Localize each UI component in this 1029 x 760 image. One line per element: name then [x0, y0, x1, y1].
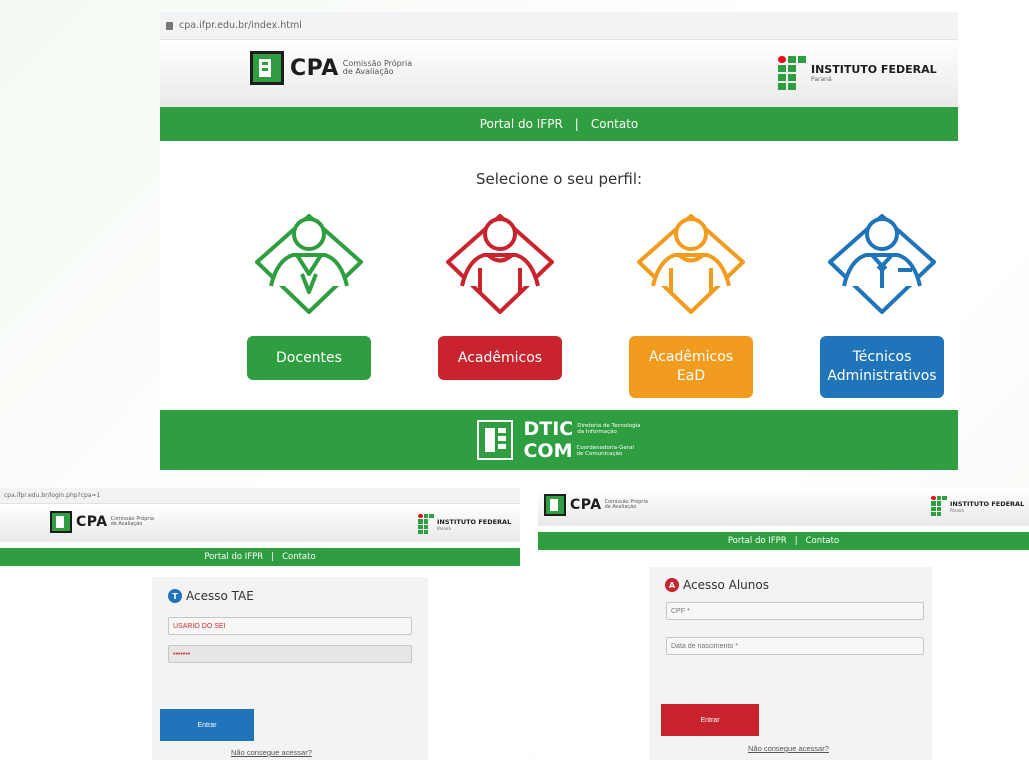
lock-icon: [166, 21, 173, 30]
technician-profile[interactable]: [820, 208, 944, 316]
teacher-icon: [255, 214, 363, 314]
tecnicos-administrativos-button[interactable]: Técnicos Administrativos: [820, 336, 944, 398]
teacher-profile[interactable]: [247, 208, 371, 316]
tae-login-screenshot: cpa.ifpr.edu.br/login.php?cpa=1 CPA Comi…: [0, 488, 520, 760]
help-link[interactable]: Não consegue acessar?: [231, 748, 312, 757]
academicos-ead-label-1: Acadêmicos: [648, 349, 734, 366]
if-subtitle: Paraná: [437, 525, 451, 531]
tae-title-text: Acesso TAE: [186, 589, 254, 603]
profile-prompt: Selecione o seu perfil:: [475, 170, 643, 188]
alunos-login-panel: A Acesso Alunos Entrar Não consegue aces…: [649, 567, 932, 760]
if-logo-icon: [778, 56, 806, 90]
cpa-subtitle: Comissão Própria de Avaliação: [110, 515, 154, 527]
entrar-button[interactable]: Entrar: [661, 704, 759, 736]
dtic-com-logo[interactable]: DTIC Diretoria de Tecnologia da Informaç…: [523, 418, 640, 462]
distance-student-icon: [637, 214, 745, 314]
if-logo-icon: [931, 496, 947, 516]
cpa-wordmark: CPA: [76, 514, 108, 530]
cpf-field[interactable]: [666, 602, 924, 620]
cpa-logo-icon: [250, 51, 284, 85]
nav-separator: |: [271, 552, 275, 562]
dtic-wordmark: DTIC: [523, 418, 574, 440]
tae-login-panel: T Acesso TAE Entrar Não consegue acessar…: [152, 577, 428, 760]
nav-separator: |: [574, 117, 579, 131]
address-bar[interactable]: cpa.ifpr.edu.br/login.php?cpa=1: [0, 488, 520, 504]
nav-portal-link[interactable]: Portal do IFPR: [728, 536, 787, 546]
nav-contact-link[interactable]: Contato: [806, 536, 840, 546]
alunos-title-text: Acesso Alunos: [683, 578, 769, 592]
nav-portal-link[interactable]: Portal do IFPR: [480, 117, 563, 131]
if-logo-icon: [418, 514, 434, 534]
tecnicos-label-2: Administrativos: [827, 368, 937, 384]
academicos-ead-button[interactable]: Acadêmicos EaD: [629, 336, 753, 398]
if-subtitle: Paraná: [811, 76, 832, 83]
student-icon: [446, 214, 554, 314]
password-field[interactable]: [168, 645, 412, 663]
tecnicos-label-1: Técnicos: [852, 349, 912, 366]
site-footer: DTIC Diretoria de Tecnologia da Informaç…: [160, 410, 958, 470]
cpa-logo-icon: [50, 511, 72, 533]
site-header: CPA Comissão Própria de Avaliação INSTIT…: [0, 504, 520, 542]
nav-contact-link[interactable]: Contato: [282, 552, 316, 562]
cpa-wordmark: CPA: [570, 497, 602, 513]
cpa-logo[interactable]: CPA Comissão Própria de Avaliação: [544, 494, 648, 516]
profile-selection-screenshot: cpa.ifpr.edu.br/index.html CPA Comissão …: [160, 12, 958, 470]
academicos-button[interactable]: Acadêmicos: [438, 336, 562, 380]
cpa-wordmark: CPA: [290, 55, 339, 81]
site-nav: Portal do IFPR | Contato: [160, 107, 958, 141]
if-subtitle: Paraná: [950, 507, 964, 513]
sei-user-field[interactable]: [168, 617, 412, 635]
cpa-logo-icon: [544, 494, 566, 516]
instituto-federal-logo[interactable]: INSTITUTO FEDERAL Paraná: [778, 56, 937, 90]
academicos-ead-label-2: EaD: [676, 368, 706, 384]
help-link[interactable]: Não consegue acessar?: [748, 744, 829, 753]
instituto-federal-logo[interactable]: INSTITUTO FEDERAL Paraná: [931, 496, 1024, 516]
entrar-button[interactable]: Entrar: [160, 709, 254, 741]
alunos-badge: A: [665, 578, 679, 592]
nav-separator: |: [794, 536, 798, 546]
url-text: cpa.ifpr.edu.br/login.php?cpa=1: [4, 492, 101, 499]
site-header: CPA Comissão Própria de Avaliação INSTIT…: [538, 488, 1029, 526]
cpa-logo[interactable]: CPA Comissão Própria de Avaliação: [250, 51, 412, 85]
tae-badge: T: [168, 589, 182, 603]
dtic-logo-icon: [477, 420, 514, 460]
site-header: CPA Comissão Própria de Avaliação INSTIT…: [160, 40, 958, 107]
nav-portal-link[interactable]: Portal do IFPR: [204, 552, 263, 562]
academicos-label: Acadêmicos: [457, 349, 543, 366]
student-profile[interactable]: [438, 208, 562, 316]
com-wordmark: COM: [523, 440, 573, 462]
docentes-button[interactable]: Docentes: [247, 336, 371, 380]
if-name: INSTITUTO FEDERAL: [437, 517, 512, 526]
distance-student-profile[interactable]: [629, 208, 753, 316]
site-nav: Portal do IFPR | Contato: [538, 532, 1029, 550]
alunos-panel-title: A Acesso Alunos: [665, 578, 769, 592]
address-bar[interactable]: cpa.ifpr.edu.br/index.html: [160, 12, 958, 40]
if-name: INSTITUTO FEDERAL: [950, 499, 1025, 508]
cpa-logo[interactable]: CPA Comissão Própria de Avaliação: [50, 511, 154, 533]
birth-date-field[interactable]: [666, 637, 924, 655]
alunos-login-screenshot: CPA Comissão Própria de Avaliação INSTIT…: [538, 488, 1029, 760]
docentes-label: Docentes: [276, 349, 342, 366]
cpa-subtitle: Comissão Própria de Avaliação: [604, 498, 648, 510]
technician-icon: [828, 214, 936, 314]
instituto-federal-logo[interactable]: INSTITUTO FEDERAL Paraná: [418, 514, 511, 534]
cpa-subtitle: Comissão Própria de Avaliação: [342, 58, 413, 76]
tae-panel-title: T Acesso TAE: [168, 589, 254, 603]
if-name: INSTITUTO FEDERAL: [811, 63, 937, 76]
site-nav: Portal do IFPR | Contato: [0, 548, 520, 566]
url-text: cpa.ifpr.edu.br/index.html: [179, 20, 302, 31]
nav-contact-link[interactable]: Contato: [591, 117, 638, 131]
